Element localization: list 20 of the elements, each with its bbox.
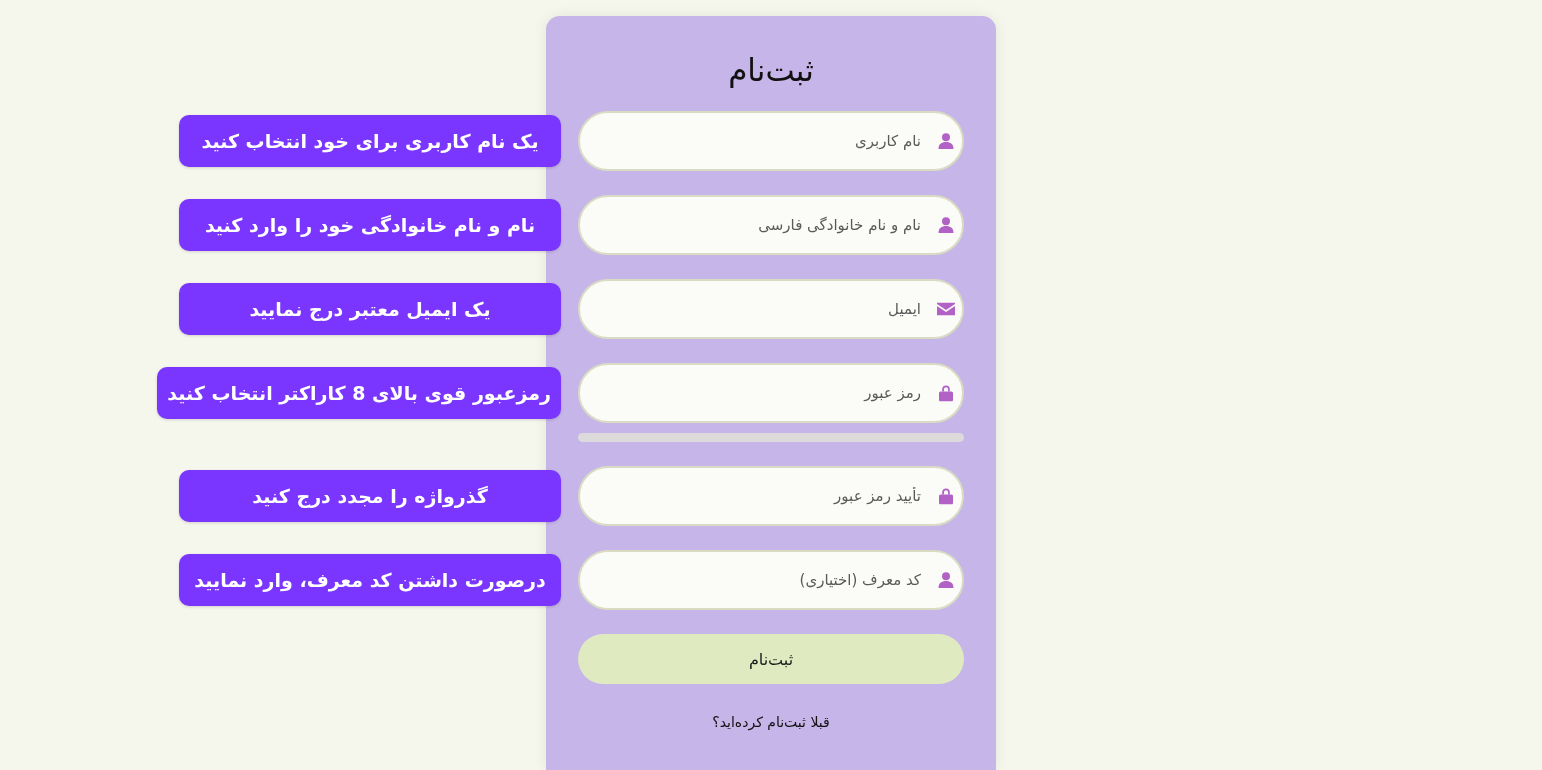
lock-icon <box>939 384 953 402</box>
annotation-label: رمزعبور قوی بالای 8 کاراکتر انتخاب کنید <box>157 367 561 419</box>
submit-button[interactable]: ثبت‌نام <box>578 634 964 684</box>
annotation-label: نام و نام خانوادگی خود را وارد کنید <box>179 199 561 251</box>
user-icon <box>938 217 954 233</box>
user-icon <box>938 133 954 149</box>
user-icon <box>938 572 954 588</box>
input-field[interactable]: نام و نام خانوادگی فارسی <box>578 195 964 255</box>
login-prompt-text: قبلا ثبت‌نام کرده‌اید؟ <box>712 713 830 732</box>
annotation-label: یک نام کاربری برای خود انتخاب کنید <box>179 115 561 167</box>
form-title: ثبت‌نام <box>728 51 814 90</box>
annotation-label: یک ایمیل معتبر درج نمایید <box>179 283 561 335</box>
envelope-icon <box>937 302 955 316</box>
input-field[interactable]: کد معرف (اختیاری) <box>578 550 964 610</box>
input-field[interactable]: نام کاربری <box>578 111 964 171</box>
annotation-label: گذرواژه را مجدد درج کنید <box>179 470 561 522</box>
input-field[interactable]: ایمیل <box>578 279 964 339</box>
annotation-label: درصورت داشتن کد معرف، وارد نمایید <box>179 554 561 606</box>
input-field[interactable]: رمز عبور <box>578 363 964 423</box>
lock-icon <box>939 487 953 505</box>
